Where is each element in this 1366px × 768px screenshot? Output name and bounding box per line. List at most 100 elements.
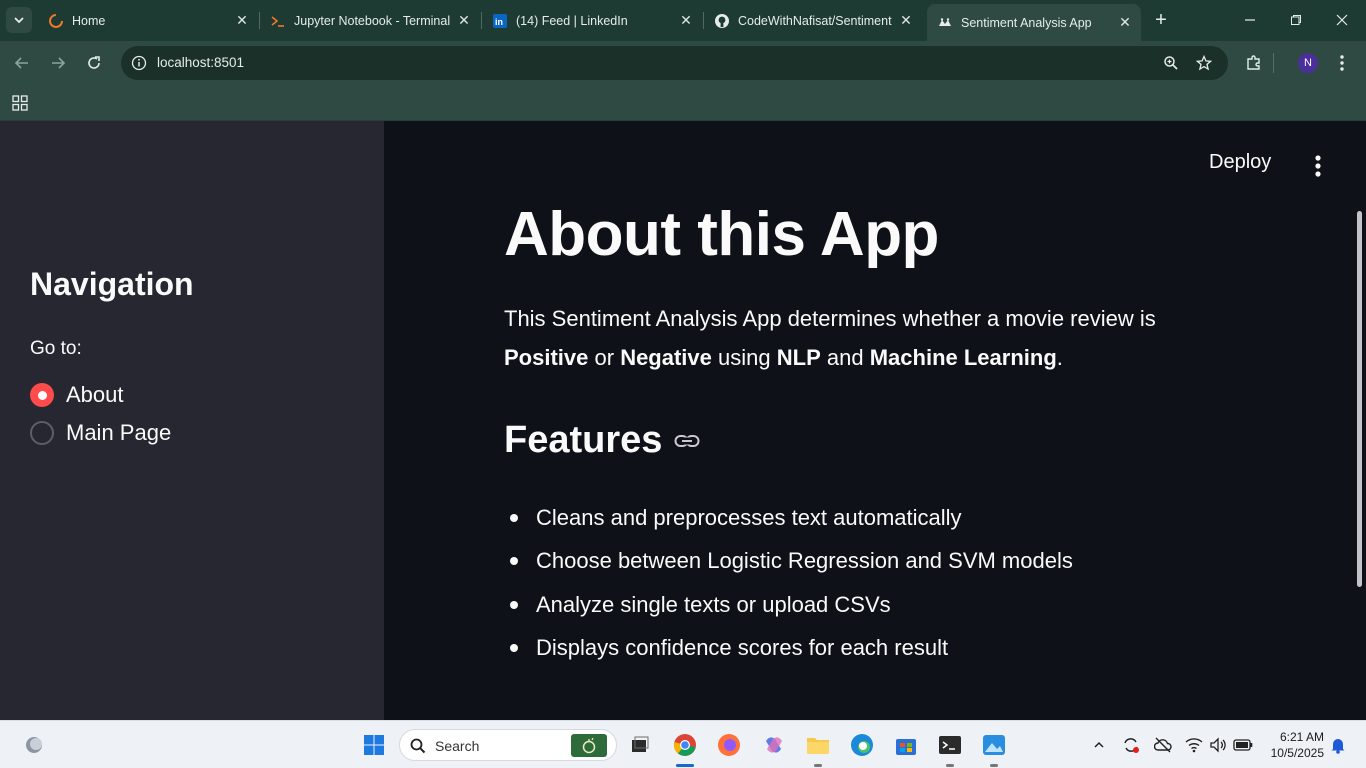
radio-label: Main Page xyxy=(66,420,172,445)
reload-button[interactable] xyxy=(82,51,106,75)
extensions-icon[interactable] xyxy=(1244,53,1264,73)
linkedin-icon: in xyxy=(492,13,508,29)
intro-positive: Positive xyxy=(504,345,589,370)
windows-start-icon[interactable] xyxy=(360,731,388,759)
chevron-down-icon xyxy=(14,17,24,24)
taskbar-search-box[interactable]: Search xyxy=(399,729,617,761)
close-icon[interactable]: ✕ xyxy=(1115,13,1135,33)
sidebar-title: Navigation xyxy=(30,266,194,302)
radio-option-main-page[interactable]: Main Page xyxy=(30,420,171,446)
volume-icon[interactable] xyxy=(1204,731,1232,759)
close-icon[interactable]: ✕ xyxy=(454,11,474,31)
spinner-icon xyxy=(48,13,64,29)
tab-title: (14) Feed | LinkedIn xyxy=(516,13,628,28)
cloud-off-icon[interactable] xyxy=(1149,731,1177,759)
clock-date: 10/5/2025 xyxy=(1270,746,1324,760)
deploy-button[interactable]: Deploy xyxy=(1209,151,1271,174)
tab-linkedin[interactable]: in (14) Feed | LinkedIn ✕ xyxy=(482,4,702,37)
list-item: Cleans and preprocesses text automatical… xyxy=(504,496,1073,540)
site-info-icon[interactable] xyxy=(130,54,148,72)
list-item: Analyze single texts or upload CSVs xyxy=(504,583,1073,627)
tab-home[interactable]: Home ✕ xyxy=(38,4,258,37)
minimize-button[interactable] xyxy=(1238,8,1262,32)
features-list: Cleans and preprocesses text automatical… xyxy=(504,496,1073,670)
radio-label: About xyxy=(66,382,124,407)
system-clock[interactable]: 6:21 AM 10/5/2025 xyxy=(1262,729,1324,761)
radio-selected-icon[interactable] xyxy=(30,383,54,407)
store-icon[interactable] xyxy=(892,731,920,759)
file-explorer-icon[interactable] xyxy=(804,731,832,759)
edge-icon[interactable] xyxy=(848,731,876,759)
streamlit-icon xyxy=(937,15,953,31)
close-icon[interactable]: ✕ xyxy=(896,11,916,31)
tab-sentiment-app[interactable]: Sentiment Analysis App ✕ xyxy=(927,4,1141,41)
star-icon[interactable] xyxy=(1194,53,1214,73)
github-icon xyxy=(714,13,730,29)
page-title: About this App xyxy=(504,200,939,269)
chrome-taskbar-icon[interactable] xyxy=(671,731,699,759)
tab-title: Jupyter Notebook - Terminal xyxy=(294,13,451,28)
sync-icon[interactable] xyxy=(1117,731,1145,759)
app-menu-icon[interactable] xyxy=(1308,153,1328,179)
browser-tab-strip: Home ✕ Jupyter Notebook - Terminal ✕ in … xyxy=(0,0,1366,41)
apps-grid-icon[interactable] xyxy=(6,89,34,117)
address-bar[interactable]: localhost:8501 xyxy=(121,46,1228,80)
minimize-icon xyxy=(1245,19,1255,21)
profile-avatar[interactable]: N xyxy=(1298,53,1318,73)
tab-github[interactable]: CodeWithNafisat/Sentiment ✕ xyxy=(704,4,922,37)
browser-toolbar: localhost:8501 N xyxy=(0,41,1366,85)
close-window-button[interactable] xyxy=(1330,8,1354,32)
battery-icon[interactable] xyxy=(1229,731,1257,759)
radio-group-label: Go to: xyxy=(30,338,82,359)
search-placeholder: Search xyxy=(435,738,480,754)
task-view-icon[interactable] xyxy=(626,731,654,759)
tab-title: Home xyxy=(72,13,106,28)
browser-menu-icon[interactable] xyxy=(1332,51,1352,75)
scrollbar[interactable] xyxy=(1357,211,1362,587)
link-icon[interactable] xyxy=(674,433,700,449)
intro-text: and xyxy=(826,345,864,370)
close-icon[interactable]: ✕ xyxy=(676,11,696,31)
copilot-icon[interactable] xyxy=(760,731,788,759)
radio-option-about[interactable]: About xyxy=(30,382,124,408)
terminal-icon xyxy=(270,13,286,29)
intro-text: or xyxy=(594,345,615,370)
intro-ml: Machine Learning xyxy=(869,345,1057,370)
zoom-icon[interactable] xyxy=(1161,53,1181,73)
weather-icon[interactable] xyxy=(20,731,48,759)
intro-text: This Sentiment Analysis App determines w… xyxy=(504,306,1156,331)
features-heading: Features xyxy=(504,419,700,462)
reload-icon xyxy=(88,56,100,69)
firefox-icon[interactable] xyxy=(715,731,743,759)
tab-jupyter[interactable]: Jupyter Notebook - Terminal ✕ xyxy=(260,4,480,37)
url-text: localhost:8501 xyxy=(157,55,245,70)
new-tab-button[interactable]: + xyxy=(1150,9,1172,31)
photos-icon[interactable] xyxy=(980,731,1008,759)
close-icon[interactable]: ✕ xyxy=(232,11,252,31)
intro-paragraph: This Sentiment Analysis App determines w… xyxy=(504,299,1204,377)
clock-time: 6:21 AM xyxy=(1279,730,1324,744)
chevron-up-icon[interactable] xyxy=(1085,731,1113,759)
intro-negative: Negative xyxy=(620,345,712,370)
forward-button[interactable] xyxy=(46,51,70,75)
terminal-taskbar-icon[interactable] xyxy=(936,731,964,759)
intro-text: . xyxy=(1056,345,1063,370)
intro-text: using xyxy=(718,345,771,370)
arrow-right-icon xyxy=(52,57,66,69)
list-item: Displays confidence scores for each resu… xyxy=(504,627,1073,671)
features-heading-text: Features xyxy=(504,419,663,461)
notification-bell-icon[interactable] xyxy=(1324,731,1352,759)
arrow-left-icon xyxy=(14,57,28,69)
radio-unselected-icon[interactable] xyxy=(30,421,54,445)
taskbar: Search 6:21 AM 10/5/2025 xyxy=(0,720,1366,768)
search-highlight-icon xyxy=(571,734,607,757)
tab-search-button[interactable] xyxy=(6,7,32,33)
close-icon xyxy=(1336,14,1348,26)
sidebar: Navigation Go to: About Main Page xyxy=(0,121,384,720)
svg-text:in: in xyxy=(495,17,503,27)
tab-title: CodeWithNafisat/Sentiment xyxy=(738,13,892,28)
list-item: Choose between Logistic Regression and S… xyxy=(504,540,1073,584)
restore-icon xyxy=(1291,15,1301,25)
restore-button[interactable] xyxy=(1284,8,1308,32)
back-button[interactable] xyxy=(10,51,34,75)
